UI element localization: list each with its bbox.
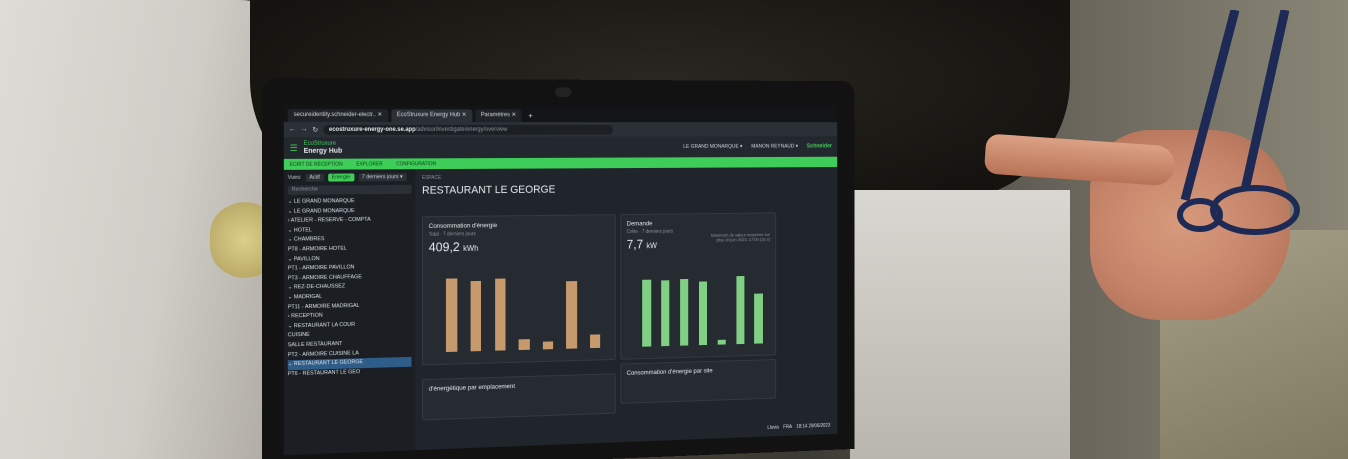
address-bar-row: ← → ↻ ecostruxure-energy-one.se.app/advi… [283, 122, 838, 137]
demand-note: Maximum de valeur moyenne sur plus 10 ju… [711, 232, 770, 243]
sidebar: Vues: Actif Énergie 7 derniers jours ▾ R… [283, 169, 416, 456]
nav-item[interactable]: EXPLORER [356, 161, 382, 167]
reload-icon[interactable]: ↻ [312, 125, 318, 133]
photo-scene: secureidentity.schneider-electr.. ✕ EcoS… [0, 0, 1348, 459]
chart-bar [717, 339, 726, 345]
energy-site-card[interactable]: Consommation d'énergie par site [620, 359, 777, 404]
demand-bar-chart [638, 268, 769, 347]
period-selector[interactable]: 7 derniers jours ▾ [357, 173, 407, 182]
url-path: /advisor/investigate/energy/overview [415, 126, 508, 133]
eyeglasses [1177, 10, 1300, 235]
browser-tab[interactable]: secureidentity.schneider-electr.. ✕ [287, 109, 389, 123]
browser-tab-active[interactable]: EcoStruxure Energy Hub ✕ [390, 109, 473, 123]
person-apron-center [850, 190, 1070, 459]
chart-bar [642, 279, 651, 347]
card-value: 409,2 kWh [423, 235, 615, 254]
clock-time: 18:14 [796, 423, 808, 430]
chart-bar [446, 278, 458, 353]
chart-bar [494, 278, 506, 351]
browser-tab[interactable]: Paramètres ✕ [475, 109, 522, 123]
hamburger-icon[interactable]: ☰ [290, 142, 298, 153]
nav-item[interactable]: ECRIT DE RÉCEPTION [290, 161, 343, 167]
url-field[interactable]: ecostruxure-energy-one.se.app/advisor/in… [323, 124, 613, 135]
brand-name: Energy Hub [303, 147, 343, 155]
energy-bar-chart [440, 271, 607, 353]
card-title: Consommation d'énergie par site [626, 367, 713, 377]
view-option-actif[interactable]: Actif [305, 173, 324, 182]
taskbar-tray: Lluvia FRA 18:14 29/06/2023 [767, 423, 830, 431]
breadcrumb: ESPACE [422, 174, 442, 181]
energy-location-card[interactable]: d'énergétique par emplacement [422, 373, 616, 421]
chart-bar [680, 278, 689, 346]
browser-tabs: secureidentity.schneider-electr.. ✕ EcoS… [283, 106, 838, 123]
chart-bar [518, 338, 530, 351]
chart-bar [754, 293, 763, 344]
demand-value: 7,7 [626, 236, 644, 252]
demand-unit: kW [646, 241, 657, 251]
card-title: d'énergétique par emplacement [428, 383, 516, 393]
laptop-screen: secureidentity.schneider-electr.. ✕ EcoS… [283, 106, 838, 456]
chart-bar [661, 280, 670, 347]
schneider-logo: Schneider [806, 143, 832, 150]
chart-bar [566, 280, 577, 349]
chart-bar [589, 334, 601, 349]
energy-unit: kWh [463, 243, 479, 253]
new-tab-button[interactable]: + [525, 109, 537, 122]
webcam [554, 87, 572, 98]
energy-value: 409,2 [428, 239, 460, 255]
user-menu[interactable]: MANON REYNAUD ▾ [751, 144, 798, 150]
search-input[interactable]: Recherche [287, 184, 412, 195]
view-option-energie[interactable]: Énergie [327, 173, 355, 182]
chart-bar [470, 280, 482, 352]
forward-icon[interactable]: → [301, 126, 308, 133]
site-selector[interactable]: LE GRAND MONARQUE ▾ [683, 144, 742, 150]
url-host: ecostruxure-energy-one.se.app [328, 126, 416, 133]
energy-card[interactable]: Consommation d'énergie Total · 7 dernier… [422, 214, 616, 366]
page-title: RESTAURANT LE GEORGE [422, 183, 556, 197]
app-brand: EcoStruxure Energy Hub [304, 140, 343, 155]
clock-date: 29/06/2023 [808, 422, 831, 430]
site-tree: ⌄ LE GRAND MONARQUE ⌄ LE GRAND MONARQUE … [287, 197, 412, 380]
header-right: LE GRAND MONARQUE ▾ MANON REYNAUD ▾ Schn… [683, 144, 832, 150]
back-icon[interactable]: ← [289, 126, 296, 133]
main-panel: ESPACE RESTAURANT LE GEORGE Consommation… [422, 167, 834, 450]
chart-bar [698, 281, 708, 346]
clock[interactable]: 18:14 29/06/2023 [796, 423, 830, 430]
laptop: secureidentity.schneider-electr.. ✕ EcoS… [262, 78, 855, 459]
chart-bar [542, 341, 554, 350]
chart-bar [735, 276, 745, 345]
language[interactable]: FRA [783, 424, 792, 430]
nav-item[interactable]: CONFIGURATION [396, 161, 436, 167]
weather: Lluvia [767, 424, 779, 431]
demand-card[interactable]: Demande Crête · 7 derniers jours 7,7 kW … [620, 212, 777, 360]
view-label: Vues: [287, 174, 302, 181]
app-header: ☰ EcoStruxure Energy Hub LE GRAND MONARQ… [283, 136, 838, 159]
app-body: Vues: Actif Énergie 7 derniers jours ▾ R… [283, 167, 837, 456]
view-toggle: Vues: Actif Énergie 7 derniers jours ▾ [288, 173, 412, 182]
